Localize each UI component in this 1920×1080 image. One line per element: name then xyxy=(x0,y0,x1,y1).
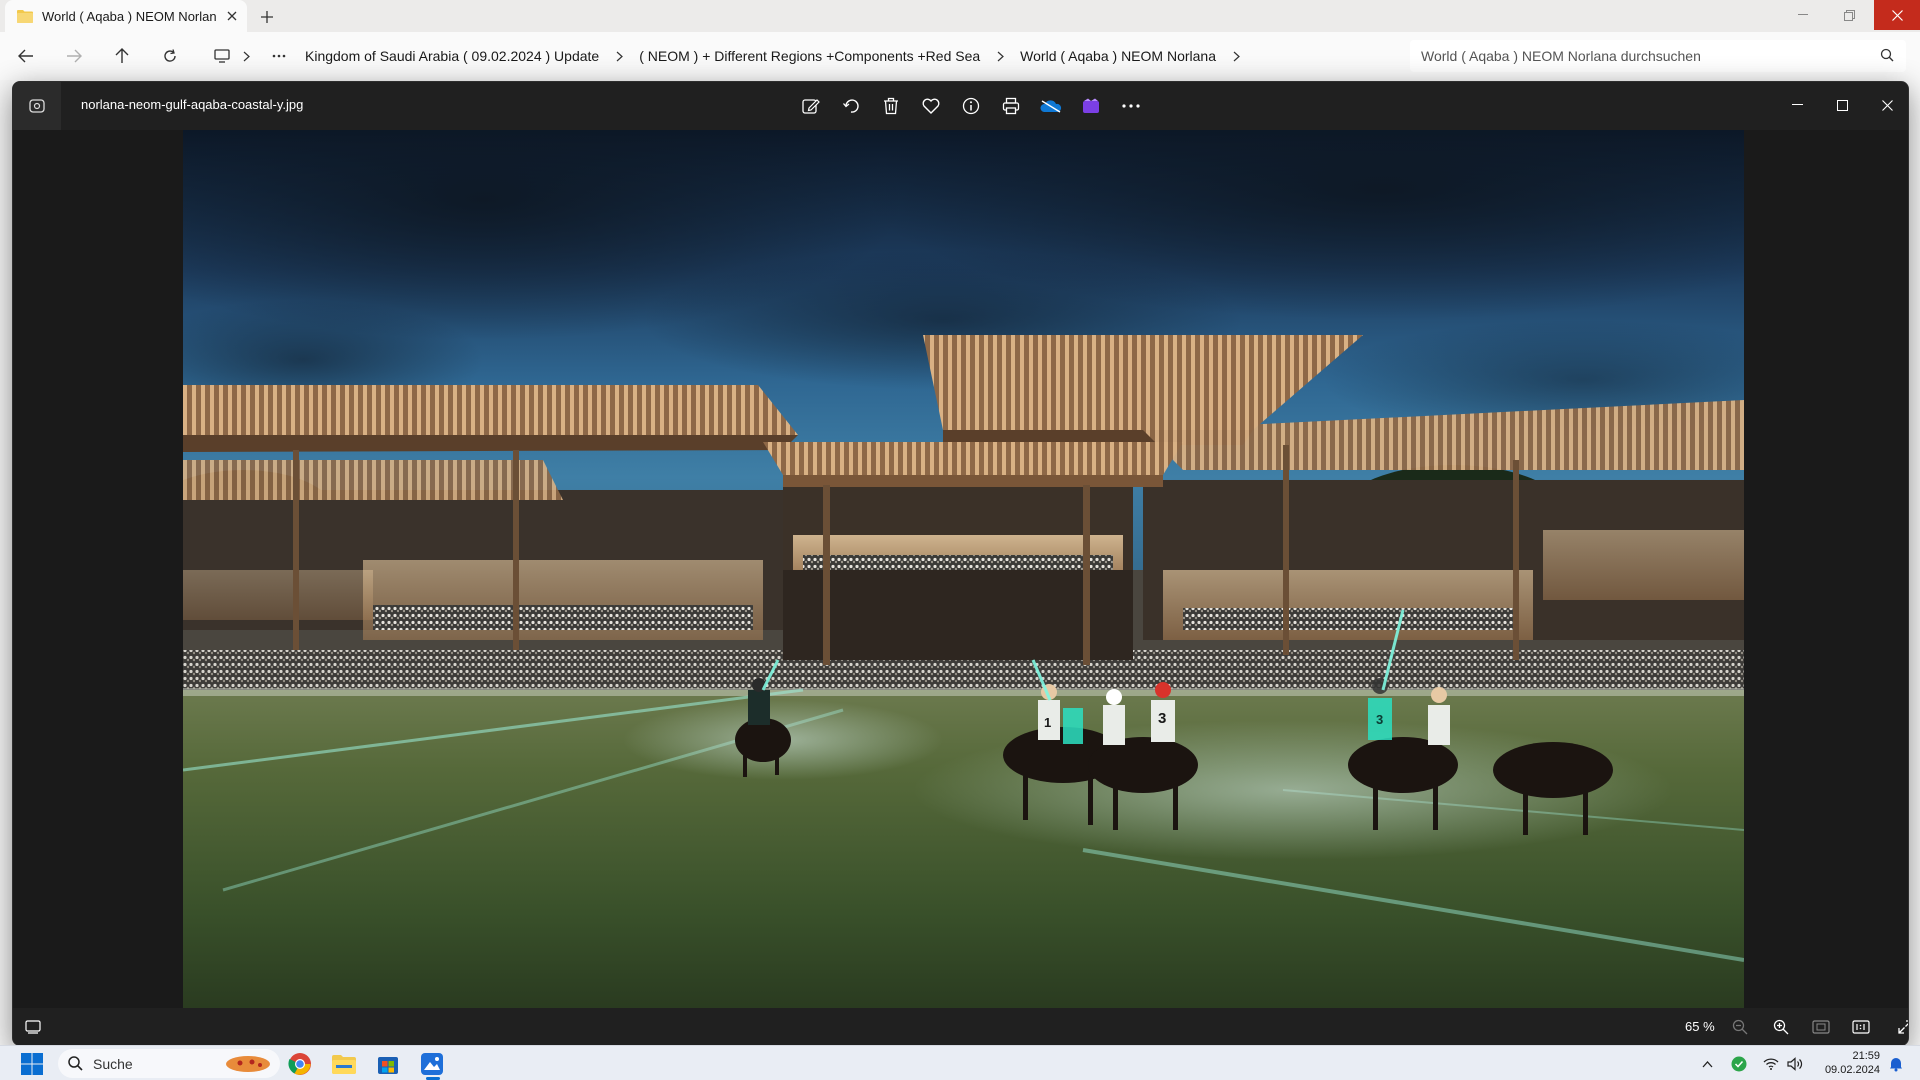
more-locations-icon[interactable] xyxy=(264,40,294,72)
tab-bar: World ( Aqaba ) NEOM Norlan xyxy=(0,0,1920,32)
this-pc-icon[interactable] xyxy=(206,40,238,72)
clock-date: 09.02.2024 xyxy=(1824,1064,1880,1076)
player-number-3-alt: 3 xyxy=(1376,712,1383,727)
image-stage[interactable]: 1 3 3 xyxy=(13,130,1908,1008)
rotate-icon[interactable] xyxy=(831,92,871,120)
navigation-bar: Kingdom of Saudi Arabia ( 09.02.2024 ) U… xyxy=(0,32,1920,80)
print-icon[interactable] xyxy=(991,92,1031,120)
forward-icon[interactable] xyxy=(58,40,90,72)
viewer-close-icon[interactable] xyxy=(1865,90,1908,120)
viewer-maximize-icon[interactable] xyxy=(1820,90,1864,120)
tab-world-aqaba[interactable]: World ( Aqaba ) NEOM Norlan xyxy=(5,0,247,32)
viewer-minimize-icon[interactable] xyxy=(1775,90,1819,120)
close-tab-icon[interactable] xyxy=(223,7,241,25)
pizza-search-highlight-icon xyxy=(224,1054,272,1074)
breadcrumb-item-neom-regions[interactable]: ( NEOM ) + Different Regions +Components… xyxy=(627,48,992,64)
zoom-in-icon[interactable] xyxy=(1767,1014,1795,1040)
filmstrip-icon[interactable] xyxy=(19,1014,47,1040)
tab-title: World ( Aqaba ) NEOM Norlan xyxy=(42,8,217,24)
edit-image-icon[interactable] xyxy=(791,92,831,120)
chevron-right-icon[interactable] xyxy=(992,48,1008,64)
player-number-3: 3 xyxy=(1158,710,1166,727)
more-icon[interactable] xyxy=(1111,92,1151,120)
actual-size-icon[interactable] xyxy=(1847,1014,1875,1040)
info-icon[interactable] xyxy=(951,92,991,120)
folder-icon xyxy=(17,9,33,23)
security-status-icon[interactable] xyxy=(1725,1050,1753,1078)
refresh-icon[interactable] xyxy=(154,40,186,72)
photos-taskbar-icon[interactable] xyxy=(418,1050,446,1078)
player-number-1: 1 xyxy=(1044,715,1051,730)
minimize-icon[interactable] xyxy=(1780,0,1826,30)
close-window-icon[interactable] xyxy=(1874,0,1920,30)
taskbar: Suche 21:59 09.02.2024 xyxy=(0,1045,1920,1080)
taskbar-clock[interactable]: 21:59 09.02.2024 xyxy=(1808,1049,1880,1077)
back-icon[interactable] xyxy=(10,40,42,72)
volume-icon[interactable] xyxy=(1781,1050,1809,1078)
favorite-icon[interactable] xyxy=(911,92,951,120)
file-explorer-icon[interactable] xyxy=(330,1050,358,1078)
viewer-bottom-bar: 65 % xyxy=(13,1008,1908,1045)
up-icon[interactable] xyxy=(106,40,138,72)
chevron-right-icon[interactable] xyxy=(611,48,627,64)
fullscreen-icon[interactable] xyxy=(1891,1014,1908,1040)
notification-bell-icon[interactable] xyxy=(1882,1050,1910,1078)
search-icon xyxy=(1880,48,1894,62)
clock-time: 21:59 xyxy=(1852,1050,1880,1062)
start-windows-icon[interactable] xyxy=(18,1050,46,1078)
breadcrumb-item-saudi-arabia[interactable]: Kingdom of Saudi Arabia ( 09.02.2024 ) U… xyxy=(293,48,611,64)
zoom-out-icon[interactable] xyxy=(1726,1014,1754,1040)
show-hidden-icons-icon[interactable] xyxy=(1693,1050,1721,1078)
fit-to-window-icon[interactable] xyxy=(1807,1014,1835,1040)
explorer-content-edge xyxy=(0,80,12,1045)
viewer-toolbar xyxy=(791,92,1151,120)
new-tab-icon[interactable] xyxy=(256,6,278,28)
image-filename: norlana-neom-gulf-aqaba-coastal-y.jpg xyxy=(81,97,304,112)
folder-search-box[interactable] xyxy=(1410,40,1906,72)
taskbar-search[interactable]: Suche xyxy=(58,1049,280,1078)
delete-icon[interactable] xyxy=(871,92,911,120)
chrome-icon[interactable] xyxy=(286,1050,314,1078)
chevron-right-icon[interactable] xyxy=(1228,48,1244,64)
chevron-right-icon[interactable] xyxy=(236,40,256,72)
clipchamp-icon[interactable] xyxy=(1071,92,1111,120)
breadcrumb: Kingdom of Saudi Arabia ( 09.02.2024 ) U… xyxy=(293,40,1488,72)
taskbar-search-label: Suche xyxy=(93,1055,133,1072)
microsoft-store-icon[interactable] xyxy=(374,1050,402,1078)
viewer-title-bar: norlana-neom-gulf-aqaba-coastal-y.jpg xyxy=(13,82,1908,130)
photos-app-icon xyxy=(13,82,61,130)
search-input[interactable] xyxy=(1421,48,1861,64)
search-icon xyxy=(68,1056,83,1071)
photos-viewer-window: norlana-neom-gulf-aqaba-coastal-y.jpg 1 … xyxy=(12,81,1909,1046)
polo-stadium-photo: 1 3 3 xyxy=(183,130,1744,1008)
breadcrumb-item-neom-norlana[interactable]: World ( Aqaba ) NEOM Norlana xyxy=(1008,48,1228,64)
onedrive-icon[interactable] xyxy=(1031,92,1071,120)
restore-icon[interactable] xyxy=(1826,0,1872,30)
zoom-level: 65 % xyxy=(1685,1019,1715,1034)
